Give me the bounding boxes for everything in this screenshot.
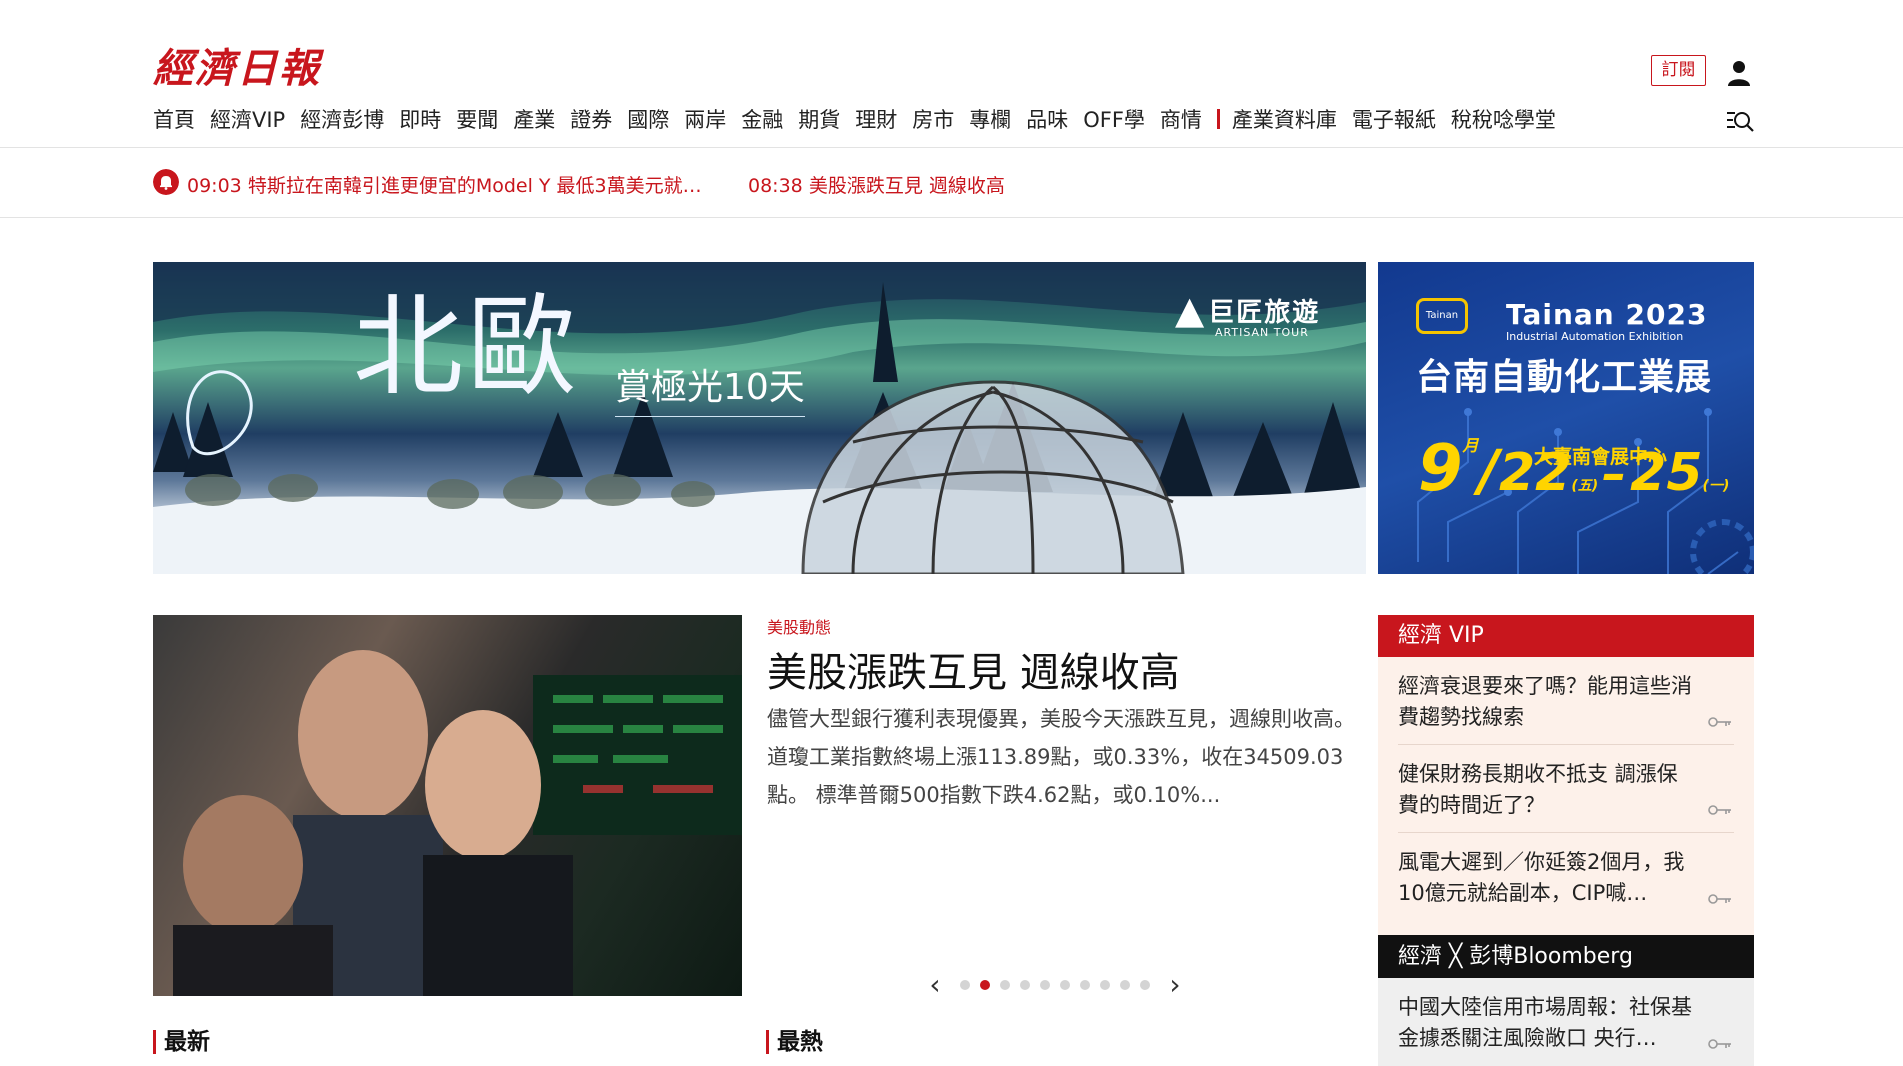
expo-month-unit: 月: [1462, 436, 1479, 455]
expo-start-day: 22: [1499, 443, 1572, 503]
expo-year-title: Tainan 2023: [1506, 298, 1708, 331]
vip-panel: 經濟 VIP 經濟衰退要來了嗎？能用這些消費趨勢找線索 健保財務長期收不抵支 調…: [1378, 615, 1754, 935]
featured-headline[interactable]: 美股漲跌互見 週線收高: [767, 640, 1180, 698]
key-icon: [1708, 1039, 1731, 1049]
site-logo[interactable]: 經濟日報: [153, 36, 321, 94]
featured-carousel: ‹ ›: [925, 971, 1185, 999]
expo-end-weekday: (一): [1702, 478, 1730, 494]
ticker-time: 09:03: [187, 175, 242, 197]
site-header: 經濟日報 訂閱 首頁 經濟VIP 經濟彭博 即時 要聞 產業 證券 國際 兩岸 …: [0, 0, 1903, 148]
nav-item-realtime[interactable]: 即時: [399, 104, 441, 134]
travel-ad-banner[interactable]: 北歐 賞極光10天 ▲ 巨匠旅遊 ARTISAN TOUR: [153, 262, 1366, 574]
nav-item-international[interactable]: 國際: [627, 104, 669, 134]
nav-item-real-estate[interactable]: 房市: [912, 104, 954, 134]
nav-item-e-paper[interactable]: 電子報紙: [1352, 104, 1436, 134]
subscribe-button[interactable]: 訂閱: [1651, 55, 1706, 86]
nav-item-home[interactable]: 首頁: [153, 104, 195, 134]
nav-item-securities[interactable]: 證券: [570, 104, 612, 134]
vip-panel-heading[interactable]: 經濟 VIP: [1378, 615, 1754, 657]
carousel-dot-active[interactable]: [980, 980, 990, 990]
bloomberg-article-title: 中國大陸信用市場周報：社保基金據悉關注風險敞口 央行…: [1398, 995, 1692, 1050]
nav-item-wealth[interactable]: 理財: [855, 104, 897, 134]
ticker-text: 特斯拉在南韓引進更便宜的Model Y 最低3萬美元就…: [247, 175, 702, 197]
featured-summary: 儘管大型銀行獲利表現優異，美股今天漲跌互見，週線則收高。 道瓊工業指數終場上漲1…: [767, 707, 1355, 807]
carousel-next-button[interactable]: ›: [1165, 971, 1185, 999]
ticker-time: 08:38: [748, 175, 803, 197]
ticker-text: 美股漲跌互見 週線收高: [808, 175, 1005, 197]
expo-date-slash: /: [1478, 439, 1499, 504]
nav-item-columns[interactable]: 專欄: [969, 104, 1011, 134]
carousel-dot[interactable]: [1020, 980, 1030, 990]
bell-icon: [153, 169, 179, 195]
main-nav: 首頁 經濟VIP 經濟彭博 即時 要聞 產業 證券 國際 兩岸 金融 期貨 理財…: [153, 104, 1571, 134]
bloomberg-article[interactable]: 中國大陸信用市場周報：社保基金據悉關注風險敞口 央行…: [1398, 978, 1734, 1054]
vip-article-title: 經濟衰退要來了嗎？能用這些消費趨勢找線索: [1398, 674, 1692, 729]
banner-subtitle: 賞極光10天: [615, 358, 805, 417]
carousel-dot[interactable]: [1000, 980, 1010, 990]
carousel-dot[interactable]: [1040, 980, 1050, 990]
vip-article[interactable]: 健保財務長期收不抵支 調漲保費的時間近了？: [1398, 745, 1734, 833]
expo-date-dash: –: [1602, 446, 1627, 502]
expo-title: 台南自動化工業展: [1416, 357, 1713, 398]
artisan-logo: ▲ 巨匠旅遊 ARTISAN TOUR: [1175, 288, 1320, 339]
tainan-logo-text: Tainan: [1425, 310, 1459, 321]
nav-item-headlines[interactable]: 要聞: [456, 104, 498, 134]
bloomberg-panel-heading[interactable]: 經濟 ╳ 彭博Bloomberg: [1378, 935, 1754, 978]
ticker-item-1[interactable]: 09:03 特斯拉在南韓引進更便宜的Model Y 最低3萬美元就…: [187, 171, 702, 198]
expo-month: 9: [1418, 432, 1463, 506]
carousel-dot[interactable]: [1120, 980, 1130, 990]
nav-item-tax-school[interactable]: 稅稅唸學堂: [1451, 104, 1556, 134]
user-icon[interactable]: [1727, 60, 1751, 86]
nav-item-business[interactable]: 商情: [1160, 104, 1202, 134]
ticker-item-2[interactable]: 08:38 美股漲跌互見 週線收高: [748, 171, 1005, 198]
nav-item-finance[interactable]: 金融: [741, 104, 783, 134]
nav-item-industry[interactable]: 產業: [513, 104, 555, 134]
carousel-dots: [955, 980, 1155, 990]
carousel-dot[interactable]: [1100, 980, 1110, 990]
carousel-prev-button[interactable]: ‹: [925, 971, 945, 999]
carousel-dot[interactable]: [960, 980, 970, 990]
expo-end-day: 25: [1630, 443, 1703, 503]
artisan-brand: 巨匠旅遊: [1208, 297, 1321, 328]
vip-article-title: 風電大遲到／你延簽2個月，我10億元就給副本，CIP喊…: [1398, 850, 1685, 905]
carousel-dot[interactable]: [1060, 980, 1070, 990]
vip-article[interactable]: 風電大遲到／你延簽2個月，我10億元就給副本，CIP喊…: [1398, 833, 1734, 921]
hot-section-heading[interactable]: 最熱: [766, 1030, 823, 1054]
nav-item-lifestyle[interactable]: 品味: [1026, 104, 1068, 134]
vip-article[interactable]: 經濟衰退要來了嗎？能用這些消費趨勢找線索: [1398, 657, 1734, 745]
expo-subtitle-en: Industrial Automation Exhibition: [1506, 330, 1684, 343]
nav-item-futures[interactable]: 期貨: [798, 104, 840, 134]
nav-item-vip[interactable]: 經濟VIP: [210, 104, 285, 134]
banner-title: 北歐: [353, 283, 581, 411]
key-icon: [1708, 894, 1731, 904]
carousel-dot[interactable]: [1140, 980, 1150, 990]
tainan-expo-logo: Tainan: [1416, 298, 1468, 334]
key-icon: [1708, 805, 1731, 815]
nav-item-industry-database[interactable]: 產業資料庫: [1232, 104, 1337, 134]
nav-item-cross-strait[interactable]: 兩岸: [684, 104, 726, 134]
traders-photo-graphic: [173, 650, 742, 996]
nav-item-off-learning[interactable]: OFF學: [1083, 104, 1145, 134]
latest-section-heading[interactable]: 最新: [153, 1030, 210, 1054]
featured-photo[interactable]: [153, 615, 742, 996]
search-icon[interactable]: [1726, 110, 1754, 132]
artisan-brand-en: ARTISAN TOUR: [1215, 326, 1309, 339]
vip-article-title: 健保財務長期收不抵支 調漲保費的時間近了？: [1398, 762, 1678, 817]
featured-category-tag[interactable]: 美股動態: [767, 614, 831, 638]
expo-start-weekday: (五): [1571, 478, 1599, 494]
carousel-dot[interactable]: [1080, 980, 1090, 990]
key-icon: [1708, 717, 1731, 727]
expo-dates: 9月/22(五)–25(一): [1418, 432, 1729, 506]
nav-separator: [1216, 109, 1220, 129]
bloomberg-panel: 中國大陸信用市場周報：社保基金據悉關注風險敞口 央行…: [1378, 978, 1754, 1066]
expo-ad-banner[interactable]: Tainan Tainan 2023 Industrial Automation…: [1378, 262, 1754, 574]
artisan-logo-icon: ▲: [1175, 288, 1205, 332]
nav-item-bloomberg[interactable]: 經濟彭博: [300, 104, 384, 134]
